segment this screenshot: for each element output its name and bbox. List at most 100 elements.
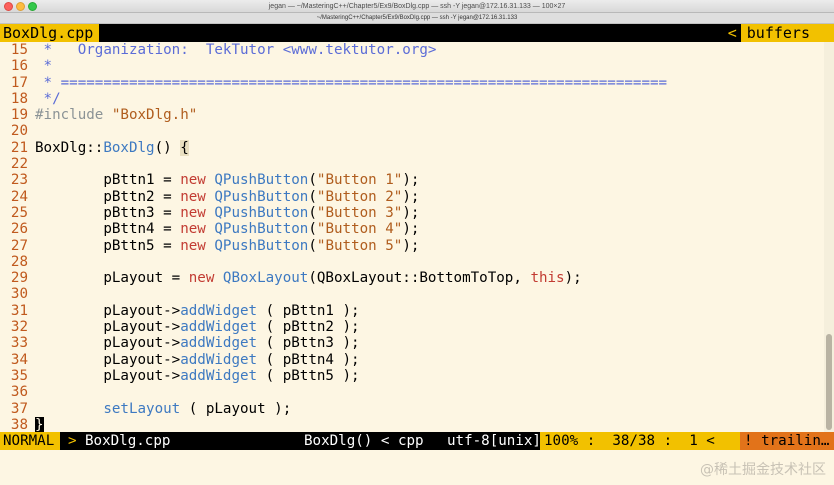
code-token: ( [308,172,317,189]
code-token: BoxDlg:: [35,139,104,156]
code-line[interactable]: 33 pLayout->addWidget ( pBttn3 ); [0,335,834,351]
code-line[interactable]: 20 [0,123,834,139]
code-line[interactable]: 26 pBttn4 = new QPushButton("Button 4"); [0,221,834,237]
code-line[interactable]: 29 pLayout = new QBoxLayout(QBoxLayout::… [0,270,834,286]
code-text: pLayout->addWidget ( pBttn1 ); [35,302,360,319]
text-cursor: } [35,416,44,433]
buffers-label: buffers [740,24,834,42]
code-token: addWidget [180,302,258,319]
code-token: ( [308,204,317,221]
line-number: 16 [10,58,28,75]
code-line[interactable]: 32 pLayout->addWidget ( pBttn2 ); [0,319,834,335]
code-token: ); [402,172,420,189]
code-token: ( pBttn4 ); [257,351,360,368]
code-token: ); [402,237,420,254]
code-line[interactable]: 25 pBttn3 = new QPushButton("Button 3"); [0,205,834,221]
code-token: new [188,270,215,287]
code-token: new [180,188,206,205]
code-line[interactable]: 18 */ [0,91,834,107]
code-text: * [35,58,53,74]
code-token: ); [564,270,582,287]
code-text: pLayout = new QBoxLayout(QBoxLayout::Bot… [35,270,582,287]
vim-buffers-indicator[interactable]: < buffers [723,24,834,42]
code-line[interactable]: 21 BoxDlg::BoxDlg() { [0,139,834,156]
line-number: 37 [10,400,28,417]
code-token: this [530,270,565,287]
code-token: pLayout = [35,270,189,287]
code-line[interactable]: 24 pBttn2 = new QPushButton("Button 2"); [0,189,834,205]
code-line[interactable]: 23 pBttn1 = new QPushButton("Button 1"); [0,172,834,188]
code-token: ( pBttn2 ); [257,319,360,336]
code-line[interactable]: 38} [0,416,834,433]
line-number: 21 [10,139,28,156]
line-number: 36 [10,384,28,401]
code-token: pLayout-> [35,335,181,352]
line-number: 20 [10,123,28,140]
code-text: * Organization: TekTutor <www.tektutor.o… [35,42,437,58]
code-token: ( [308,188,317,205]
line-number: 22 [10,156,28,173]
code-line[interactable]: 17 * ===================================… [0,75,834,91]
code-token: addWidget [180,367,258,384]
vim-tab-current-file[interactable]: BoxDlg.cpp [0,24,100,42]
line-number: 28 [10,253,28,270]
code-token: pBttn4 = [35,221,181,238]
code-line[interactable]: 27 pBttn5 = new QPushButton("Button 5"); [0,238,834,254]
code-token: ( pBttn5 ); [257,367,360,384]
line-number: 15 [10,42,28,58]
line-number: 33 [10,335,28,352]
code-token: QBoxLayout [222,270,309,287]
code-line[interactable]: 35 pLayout->addWidget ( pBttn5 ); [0,368,834,384]
scrollbar-thumb[interactable] [826,334,832,430]
code-token: pLayout-> [35,367,181,384]
mode-separator: > [68,433,77,449]
code-token: addWidget [180,335,258,352]
code-token: pBttn1 = [35,172,181,189]
code-token: pLayout-> [35,351,181,368]
code-line[interactable]: 19 #include "BoxDlg.h" [0,107,834,123]
line-number: 17 [10,74,28,91]
code-token: * ======================================… [35,74,668,91]
code-token: */ [35,90,61,107]
code-token: () [154,139,181,156]
code-line[interactable]: 16 * [0,58,834,74]
code-line[interactable]: 34 pLayout->addWidget ( pBttn4 ); [0,352,834,368]
code-text: pBttn1 = new QPushButton("Button 1"); [35,172,419,188]
code-line[interactable]: 22 [0,156,834,172]
code-token: new [180,237,206,254]
code-token: ( pBttn1 ); [257,302,360,319]
code-token: ); [402,221,420,238]
code-line[interactable]: 36 [0,384,834,400]
code-text: pLayout->addWidget ( pBttn5 ); [35,367,360,384]
code-text: pLayout->addWidget ( pBttn2 ); [35,319,360,336]
line-number: 34 [10,351,28,368]
status-trailing-warning: ! trailin… [740,432,834,450]
code-token: pBttn2 = [35,188,181,205]
code-token: pBttn5 = [35,237,181,254]
code-line[interactable]: 15 * Organization: TekTutor <www.tektuto… [0,42,834,58]
code-token: ( [308,237,317,254]
code-token: "Button 2" [316,188,403,205]
code-token: new [180,221,206,238]
vim-statusline: NORMAL > BoxDlg.cpp BoxDlg() < cpp utf-8… [0,432,834,450]
code-text: #include "BoxDlg.h" [35,107,197,123]
code-line[interactable]: 30 [0,286,834,302]
code-text: pBttn3 = new QPushButton("Button 3"); [35,205,419,221]
terminal-scrollbar[interactable] [824,42,834,432]
vim-tabline: BoxDlg.cpp < buffers [0,24,834,42]
code-token: new [180,204,206,221]
code-token: QPushButton [214,204,309,221]
code-editor[interactable]: 15 * Organization: TekTutor <www.tektuto… [0,42,834,433]
code-token: pLayout-> [35,302,181,319]
line-number: 31 [10,302,28,319]
code-line[interactable]: 37 setLayout ( pLayout ); [0,401,834,417]
code-line[interactable]: 31 pLayout->addWidget ( pBttn1 ); [0,303,834,319]
terminal-tab[interactable]: ~/MasteringC++/Chapter5/Ex9/BoxDlg.cpp —… [0,13,834,24]
code-token: * Organization: TekTutor <www.tektutor.o… [35,42,437,58]
code-line[interactable]: 28 [0,254,834,270]
code-token: "Button 1" [316,172,403,189]
code-token: "Button 5" [316,237,403,254]
code-text: pLayout->addWidget ( pBttn4 ); [35,351,360,368]
code-token: "Button 3" [316,204,403,221]
